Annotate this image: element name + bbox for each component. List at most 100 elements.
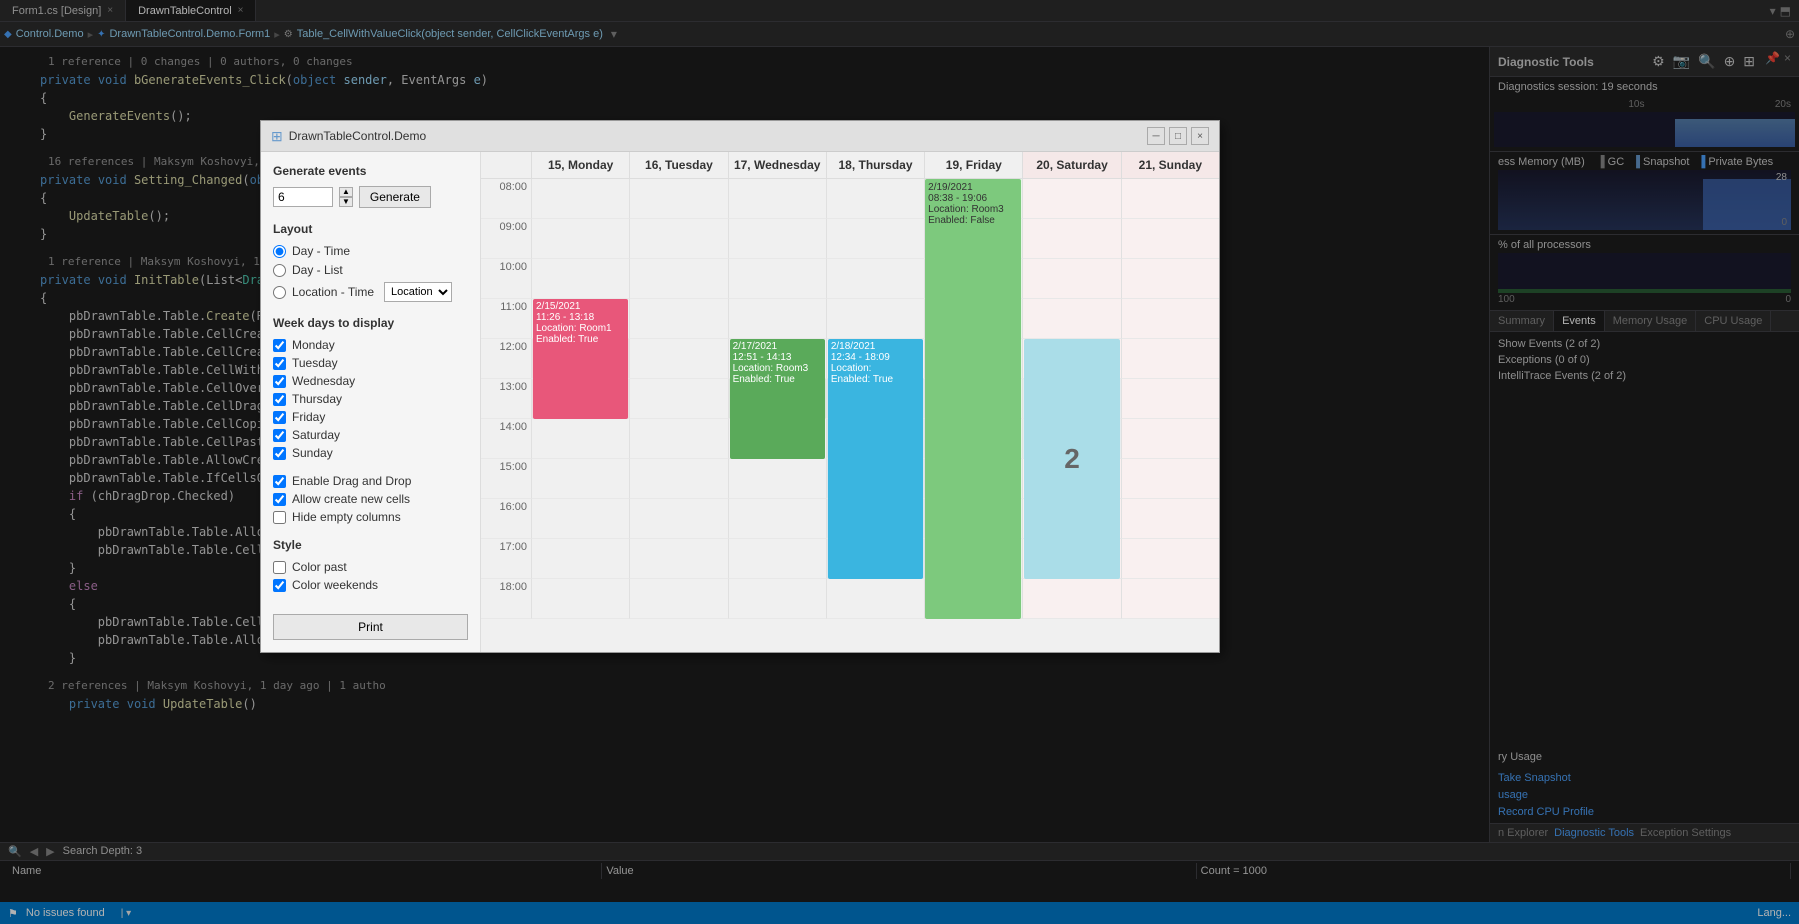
cb-friday[interactable] (273, 411, 286, 424)
cb-drag-drop[interactable] (273, 475, 286, 488)
cell-mon-1700[interactable] (531, 539, 629, 579)
dialog-maximize-btn[interactable]: □ (1169, 127, 1187, 145)
cell-mon-1800[interactable] (531, 579, 629, 619)
days-section: Week days to display Monday Tuesday Wedn… (273, 316, 468, 460)
cal-header-sat: 20, Saturday (1022, 152, 1120, 178)
cal-scroll[interactable]: 08:00 09:00 (481, 179, 1219, 652)
event-block-4[interactable]: 2/19/2021 08:38 - 19:06 Location: Room3 … (925, 179, 1021, 619)
cell-mon-0900[interactable] (531, 219, 629, 259)
generate-button[interactable]: Generate (359, 186, 431, 208)
cell-thu-0800[interactable] (826, 179, 924, 219)
event-block-5[interactable]: 2 (1024, 339, 1119, 579)
radio-day-time[interactable] (273, 245, 286, 258)
cell-sun-1000[interactable] (1121, 259, 1219, 299)
cell-sun-1200[interactable] (1121, 339, 1219, 379)
cell-tue-1000[interactable] (629, 259, 727, 299)
cell-tue-1600[interactable] (629, 499, 727, 539)
cell-wed-1700[interactable] (728, 539, 826, 579)
cb-thursday[interactable] (273, 393, 286, 406)
label-hide-empty: Hide empty columns (292, 510, 401, 524)
cell-sun-1700[interactable] (1121, 539, 1219, 579)
label-thursday: Thursday (292, 392, 342, 406)
cell-sun-0800[interactable] (1121, 179, 1219, 219)
cb-hide-empty[interactable] (273, 511, 286, 524)
cal-header-thu: 18, Thursday (826, 152, 924, 178)
cb-saturday[interactable] (273, 429, 286, 442)
event-block-3[interactable]: 2/18/2021 12:34 - 18:09 Location: Enable… (828, 339, 923, 579)
radio-location-time[interactable] (273, 286, 286, 299)
cell-wed-0800[interactable] (728, 179, 826, 219)
cb-color-past[interactable] (273, 561, 286, 574)
label-location-time: Location - Time (292, 285, 374, 299)
cell-tue-1500[interactable] (629, 459, 727, 499)
cell-wed-0900[interactable] (728, 219, 826, 259)
cell-mon-1400[interactable] (531, 419, 629, 459)
cell-tue-1200[interactable] (629, 339, 727, 379)
cell-sat-1100[interactable] (1022, 299, 1120, 339)
dialog-title-icon: ⊞ (271, 128, 283, 145)
cell-sat-0900[interactable] (1022, 219, 1120, 259)
cell-sat-1000[interactable] (1022, 259, 1120, 299)
cell-sun-0900[interactable] (1121, 219, 1219, 259)
cell-tue-1300[interactable] (629, 379, 727, 419)
cb-allow-create[interactable] (273, 493, 286, 506)
generate-down-btn[interactable]: ▼ (339, 197, 353, 207)
cell-tue-1800[interactable] (629, 579, 727, 619)
day-wednesday: Wednesday (273, 374, 468, 388)
time-1100: 11:00 (481, 299, 531, 339)
cal-header-tue: 16, Tuesday (629, 152, 727, 178)
cell-thu-1100[interactable] (826, 299, 924, 339)
cb-color-weekends[interactable] (273, 579, 286, 592)
event-time-2: 12:51 - 14:13 (733, 352, 822, 363)
cell-wed-1500[interactable] (728, 459, 826, 499)
cell-wed-1600[interactable] (728, 499, 826, 539)
cell-sat-0800[interactable] (1022, 179, 1120, 219)
radio-day-list[interactable] (273, 264, 286, 277)
cell-sun-1800[interactable] (1121, 579, 1219, 619)
cell-sun-1600[interactable] (1121, 499, 1219, 539)
time-1200: 12:00 (481, 339, 531, 379)
event-location-1: Location: Room1 (536, 323, 625, 334)
cell-mon-1600[interactable] (531, 499, 629, 539)
cell-mon-0800[interactable] (531, 179, 629, 219)
cell-mon-1000[interactable] (531, 259, 629, 299)
event-block-1[interactable]: 2/15/2021 11:26 - 13:18 Location: Room1 … (533, 299, 628, 419)
dialog-minimize-btn[interactable]: ─ (1147, 127, 1165, 145)
cal-grid: 08:00 09:00 (481, 179, 1219, 619)
cell-sun-1400[interactable] (1121, 419, 1219, 459)
event-block-2[interactable]: 2/17/2021 12:51 - 14:13 Location: Room3 … (730, 339, 825, 459)
cell-wed-1000[interactable] (728, 259, 826, 299)
cell-tue-1400[interactable] (629, 419, 727, 459)
cell-sat-1800[interactable] (1022, 579, 1120, 619)
dialog-close-btn[interactable]: × (1191, 127, 1209, 145)
cb-sunday[interactable] (273, 447, 286, 460)
cell-tue-1700[interactable] (629, 539, 727, 579)
cell-thu-1000[interactable] (826, 259, 924, 299)
cell-sun-1500[interactable] (1121, 459, 1219, 499)
cb-monday[interactable] (273, 339, 286, 352)
cell-wed-1200[interactable]: 2/17/2021 12:51 - 14:13 Location: Room3 … (728, 339, 826, 379)
cell-sun-1300[interactable] (1121, 379, 1219, 419)
generate-events-input[interactable] (273, 187, 333, 207)
cb-tuesday[interactable] (273, 357, 286, 370)
location-select[interactable]: Location (384, 282, 452, 302)
cell-mon-1100[interactable]: 2/15/2021 11:26 - 13:18 Location: Room1 … (531, 299, 629, 339)
cell-tue-0800[interactable] (629, 179, 727, 219)
cell-thu-0900[interactable] (826, 219, 924, 259)
generate-up-btn[interactable]: ▲ (339, 187, 353, 197)
cell-sat-1200[interactable]: 2 (1022, 339, 1120, 379)
label-allow-create: Allow create new cells (292, 492, 410, 506)
cell-thu-1800[interactable] (826, 579, 924, 619)
cell-wed-1100[interactable] (728, 299, 826, 339)
cal-header-sun: 21, Sunday (1121, 152, 1219, 178)
time-1700: 17:00 (481, 539, 531, 579)
cell-thu-1200[interactable]: 2/18/2021 12:34 - 18:09 Location: Enable… (826, 339, 924, 379)
cell-tue-0900[interactable] (629, 219, 727, 259)
cell-sun-1100[interactable] (1121, 299, 1219, 339)
cell-tue-1100[interactable] (629, 299, 727, 339)
print-button[interactable]: Print (273, 614, 468, 640)
cell-wed-1800[interactable] (728, 579, 826, 619)
cell-mon-1500[interactable] (531, 459, 629, 499)
cb-wednesday[interactable] (273, 375, 286, 388)
event-enabled-3: Enabled: True (831, 374, 920, 385)
